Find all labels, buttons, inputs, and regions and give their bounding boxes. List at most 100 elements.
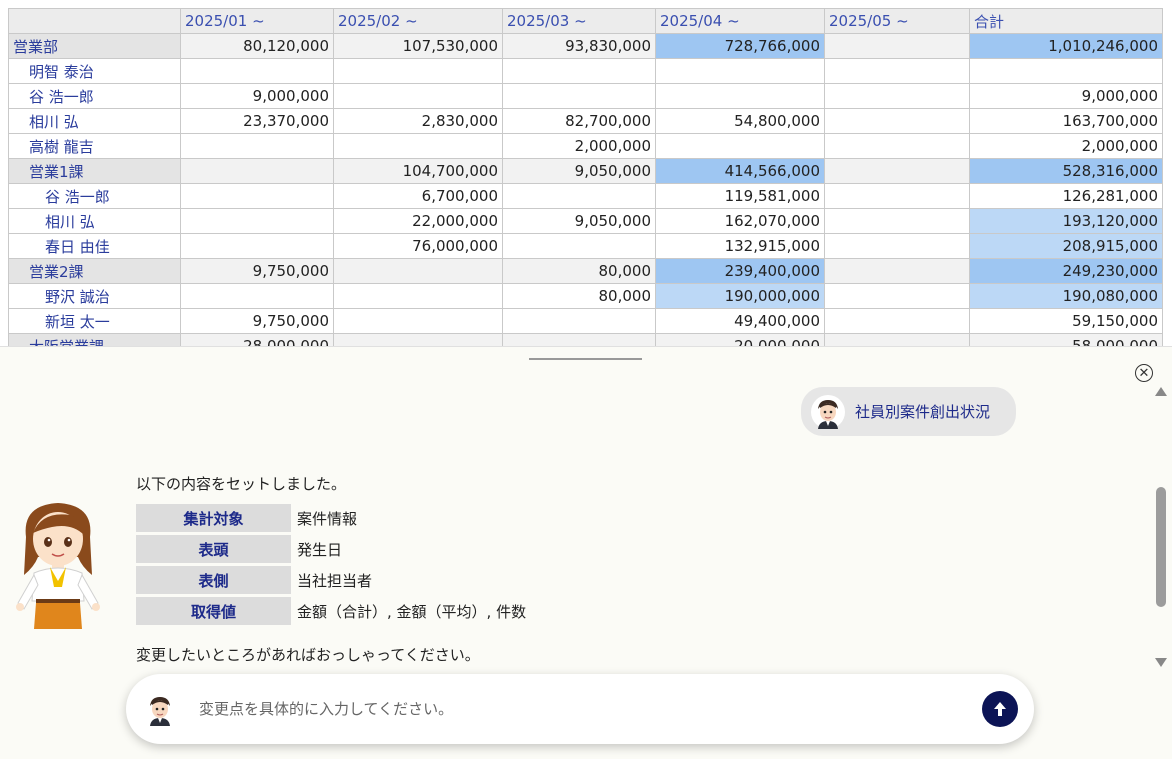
row-header[interactable]: 相川 弘: [8, 208, 181, 234]
pivot-cell[interactable]: 9,050,000: [502, 208, 656, 234]
row-header[interactable]: 営業部: [8, 33, 181, 59]
pivot-cell[interactable]: [655, 58, 825, 84]
pivot-cell[interactable]: 93,830,000: [502, 33, 656, 59]
pivot-cell[interactable]: 193,120,000: [969, 208, 1163, 234]
pivot-cell[interactable]: [824, 108, 970, 134]
scroll-up-arrow-icon[interactable]: [1155, 387, 1167, 396]
chat-scrollbar[interactable]: [1154, 387, 1168, 669]
pivot-cell[interactable]: [502, 333, 656, 346]
pivot-cell[interactable]: 190,080,000: [969, 283, 1163, 309]
chat-input[interactable]: [199, 700, 959, 718]
pivot-cell[interactable]: 9,000,000: [969, 83, 1163, 109]
pivot-cell[interactable]: [180, 58, 334, 84]
pivot-cell[interactable]: 54,800,000: [655, 108, 825, 134]
pivot-cell[interactable]: [824, 283, 970, 309]
pivot-cell[interactable]: 126,281,000: [969, 183, 1163, 209]
pivot-cell[interactable]: 1,010,246,000: [969, 33, 1163, 59]
pivot-cell[interactable]: 58,000,000: [969, 333, 1163, 346]
pivot-cell[interactable]: 23,370,000: [180, 108, 334, 134]
pivot-cell[interactable]: [824, 183, 970, 209]
pivot-cell[interactable]: 59,150,000: [969, 308, 1163, 334]
row-header[interactable]: 谷 浩一郎: [8, 183, 181, 209]
pivot-cell[interactable]: 2,000,000: [502, 133, 656, 159]
pivot-cell[interactable]: 190,000,000: [655, 283, 825, 309]
row-header[interactable]: 野沢 誠治: [8, 283, 181, 309]
panel-resize-handle[interactable]: [529, 358, 642, 360]
pivot-cell[interactable]: 28,000,000: [180, 333, 334, 346]
row-header[interactable]: 営業1課: [8, 158, 181, 184]
pivot-cell[interactable]: 728,766,000: [655, 33, 825, 59]
pivot-cell[interactable]: 9,050,000: [502, 158, 656, 184]
row-header[interactable]: 明智 泰治: [8, 58, 181, 84]
column-header[interactable]: 2025/02 ~: [333, 8, 503, 34]
pivot-cell[interactable]: [502, 83, 656, 109]
pivot-cell[interactable]: 22,000,000: [333, 208, 503, 234]
column-header[interactable]: 2025/04 ~: [655, 8, 825, 34]
pivot-cell[interactable]: [824, 308, 970, 334]
pivot-cell[interactable]: 80,120,000: [180, 33, 334, 59]
pivot-cell[interactable]: 104,700,000: [333, 158, 503, 184]
pivot-cell[interactable]: [333, 83, 503, 109]
pivot-cell[interactable]: 2,000,000: [969, 133, 1163, 159]
row-header[interactable]: 春日 由佳: [8, 233, 181, 259]
pivot-cell[interactable]: 80,000: [502, 283, 656, 309]
pivot-cell[interactable]: [180, 133, 334, 159]
column-header-total[interactable]: 合計: [969, 8, 1163, 34]
pivot-cell[interactable]: [824, 258, 970, 284]
pivot-cell[interactable]: 239,400,000: [655, 258, 825, 284]
pivot-cell[interactable]: [180, 283, 334, 309]
pivot-cell[interactable]: 163,700,000: [969, 108, 1163, 134]
pivot-cell[interactable]: 49,400,000: [655, 308, 825, 334]
pivot-cell[interactable]: [655, 133, 825, 159]
pivot-cell[interactable]: [824, 58, 970, 84]
pivot-cell[interactable]: [824, 33, 970, 59]
pivot-cell[interactable]: 76,000,000: [333, 233, 503, 259]
pivot-cell[interactable]: [180, 183, 334, 209]
row-header[interactable]: 大阪営業課: [8, 333, 181, 346]
pivot-cell[interactable]: 80,000: [502, 258, 656, 284]
pivot-cell[interactable]: [824, 233, 970, 259]
pivot-cell[interactable]: 208,915,000: [969, 233, 1163, 259]
column-header[interactable]: 2025/01 ~: [180, 8, 334, 34]
row-header[interactable]: 谷 浩一郎: [8, 83, 181, 109]
pivot-cell[interactable]: [333, 333, 503, 346]
pivot-cell[interactable]: 528,316,000: [969, 158, 1163, 184]
pivot-cell[interactable]: [180, 233, 334, 259]
pivot-cell[interactable]: [824, 333, 970, 346]
pivot-cell[interactable]: 9,750,000: [180, 308, 334, 334]
pivot-cell[interactable]: [655, 83, 825, 109]
row-header[interactable]: 相川 弘: [8, 108, 181, 134]
scroll-down-arrow-icon[interactable]: [1155, 658, 1167, 667]
pivot-cell[interactable]: [502, 58, 656, 84]
pivot-cell[interactable]: 9,000,000: [180, 83, 334, 109]
column-header[interactable]: 2025/05 ~: [824, 8, 970, 34]
close-icon[interactable]: ✕: [1135, 364, 1153, 382]
pivot-cell[interactable]: 6,700,000: [333, 183, 503, 209]
pivot-cell[interactable]: 249,230,000: [969, 258, 1163, 284]
pivot-cell[interactable]: [333, 58, 503, 84]
pivot-cell[interactable]: 2,830,000: [333, 108, 503, 134]
column-header[interactable]: 2025/03 ~: [502, 8, 656, 34]
pivot-cell[interactable]: [333, 283, 503, 309]
pivot-cell[interactable]: [824, 83, 970, 109]
pivot-cell[interactable]: [824, 158, 970, 184]
row-header[interactable]: 営業2課: [8, 258, 181, 284]
pivot-cell[interactable]: [824, 208, 970, 234]
scrollbar-thumb[interactable]: [1156, 487, 1166, 607]
pivot-cell[interactable]: 9,750,000: [180, 258, 334, 284]
row-header[interactable]: 新垣 太一: [8, 308, 181, 334]
pivot-cell[interactable]: 132,915,000: [655, 233, 825, 259]
pivot-cell[interactable]: [969, 58, 1163, 84]
pivot-cell[interactable]: 414,566,000: [655, 158, 825, 184]
pivot-cell[interactable]: [180, 208, 334, 234]
pivot-cell[interactable]: 162,070,000: [655, 208, 825, 234]
pivot-cell[interactable]: [180, 158, 334, 184]
pivot-cell[interactable]: [333, 133, 503, 159]
pivot-cell[interactable]: [502, 183, 656, 209]
pivot-cell[interactable]: [333, 258, 503, 284]
pivot-cell[interactable]: 107,530,000: [333, 33, 503, 59]
pivot-cell[interactable]: [502, 308, 656, 334]
pivot-cell[interactable]: 20,000,000: [655, 333, 825, 346]
pivot-cell[interactable]: [502, 233, 656, 259]
pivot-cell[interactable]: [333, 308, 503, 334]
